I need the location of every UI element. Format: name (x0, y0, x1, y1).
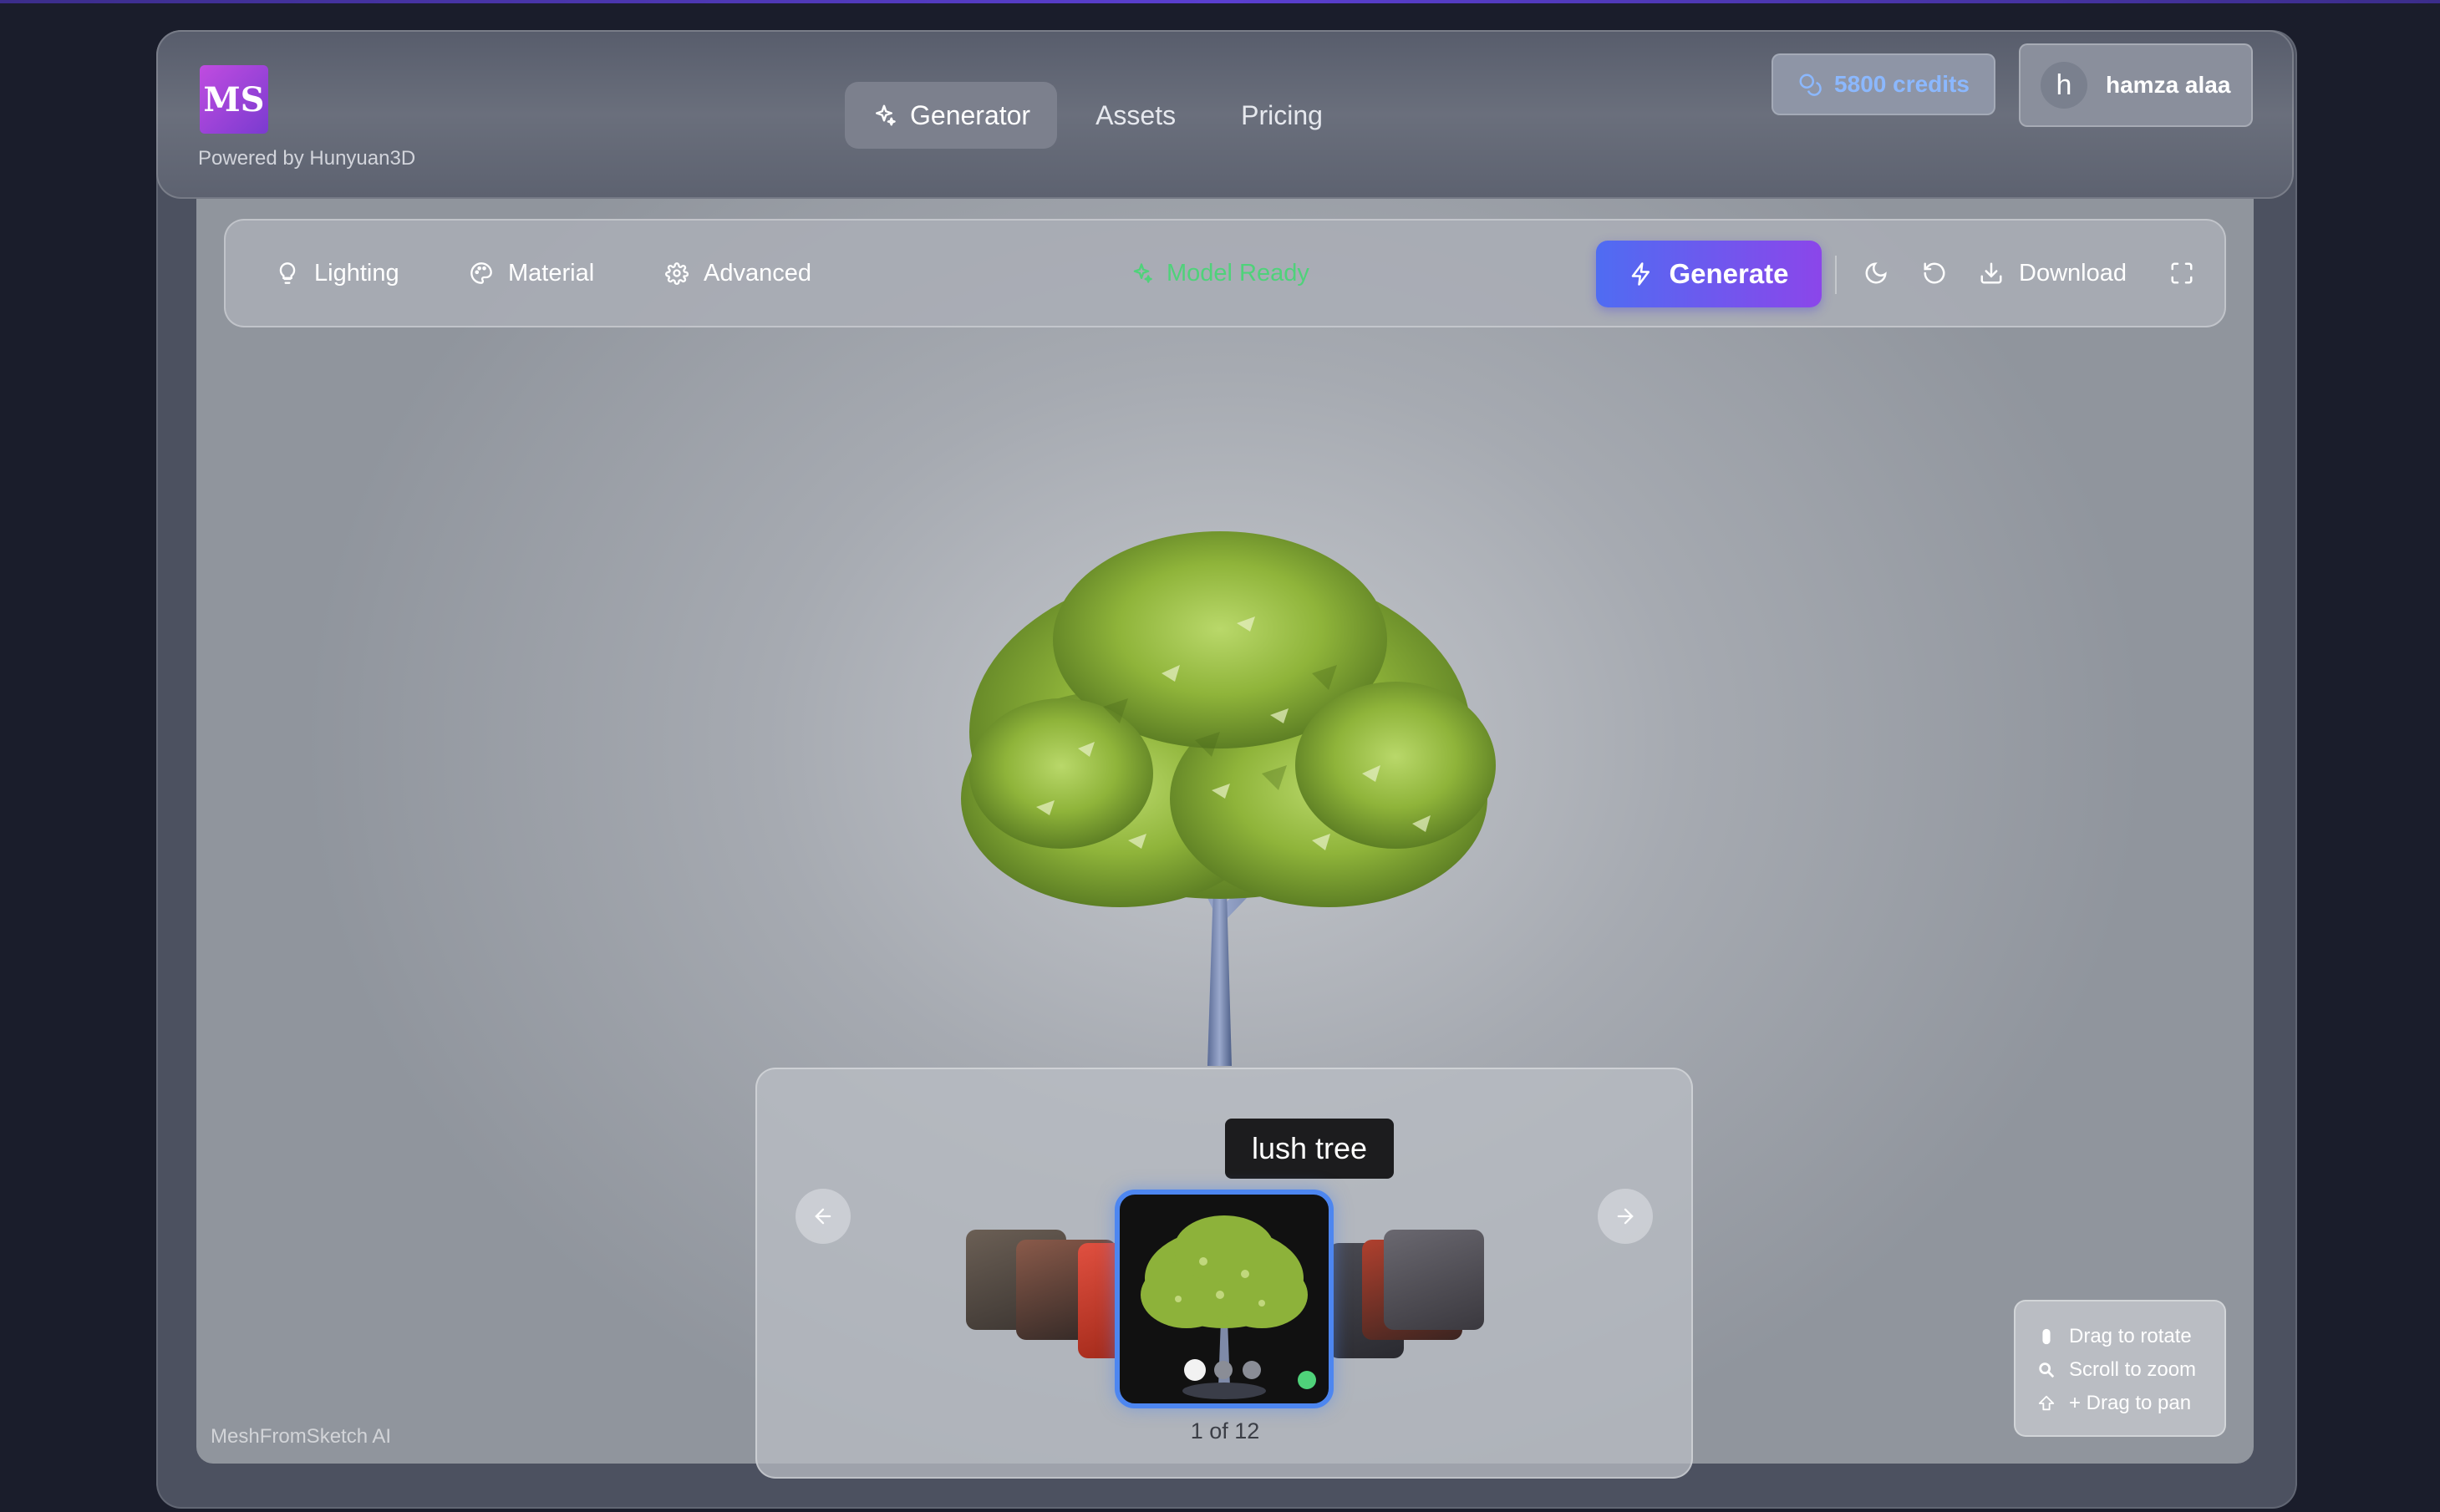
download-button[interactable]: Download (1979, 221, 2127, 326)
credits-label: 5800 credits (1834, 71, 1970, 97)
arrow-left-icon (815, 1208, 831, 1225)
fullscreen-button[interactable] (2161, 252, 2203, 294)
gear-icon (665, 262, 689, 285)
main-nav: Generator Assets Pricing (845, 82, 1350, 149)
help-pan-label: + Drag to pan (2069, 1392, 2192, 1414)
search-icon (2039, 1362, 2055, 1378)
lightning-icon (1632, 262, 1650, 286)
shift-icon (2038, 1395, 2055, 1411)
help-zoom-label: Scroll to zoom (2069, 1358, 2197, 1381)
tree-thumbnail-image (1141, 1215, 1316, 1399)
nav-generator[interactable]: Generator (845, 82, 1058, 149)
generate-label: Generate (1669, 258, 1789, 289)
powered-by-label: Powered by Hunyuan3D (198, 147, 416, 170)
sparkles-icon (1133, 263, 1152, 283)
help-zoom: Scroll to zoom (2037, 1353, 2224, 1387)
tree-model[interactable] (911, 523, 1529, 1066)
toolbar-divider (1835, 256, 1837, 294)
nav-pricing[interactable]: Pricing (1214, 82, 1350, 149)
carousel-thumbnail[interactable] (1384, 1230, 1484, 1330)
carousel-prev-button[interactable] (796, 1189, 851, 1244)
carousel-counter: 1 of 12 (1190, 1418, 1260, 1444)
moon-icon (1865, 262, 1887, 284)
username: hamza alaa (2106, 72, 2231, 98)
credits-badge[interactable]: 5800 credits (1772, 53, 1995, 115)
view-dot[interactable] (1214, 1361, 1233, 1379)
help-rotate: Drag to rotate (2037, 1320, 2224, 1353)
nav-assets-label: Assets (1095, 99, 1177, 130)
material-button[interactable]: Material (470, 221, 594, 326)
arrow-right-icon (1617, 1208, 1634, 1225)
dark-mode-button[interactable] (1855, 252, 1897, 294)
carousel-next-button[interactable] (1598, 1189, 1653, 1244)
nav-generator-label: Generator (910, 99, 1031, 130)
ready-status-dot (1298, 1371, 1316, 1389)
view-dot[interactable] (1243, 1361, 1261, 1379)
download-label: Download (2019, 259, 2127, 287)
model-ready-status: Model Ready (1130, 221, 1309, 326)
material-label: Material (508, 259, 595, 287)
advanced-button[interactable]: Advanced (665, 221, 811, 326)
help-rotate-label: Drag to rotate (2069, 1325, 2192, 1347)
logo-text: MS (203, 79, 265, 119)
user-menu[interactable]: h hamza alaa (2019, 43, 2253, 127)
fullscreen-icon (2171, 262, 2193, 284)
watermark: MeshFromSketch AI (211, 1425, 392, 1448)
nav-assets[interactable]: Assets (1069, 82, 1202, 149)
download-icon (1980, 262, 2002, 284)
nav-pricing-label: Pricing (1241, 99, 1323, 130)
lighting-label: Lighting (314, 259, 399, 287)
viewer-toolbar: Lighting Material Advanced Model Ready G… (224, 219, 2226, 327)
view-dot[interactable] (1184, 1359, 1206, 1381)
mouse-icon (2042, 1328, 2051, 1345)
selected-model-thumbnail[interactable] (1115, 1190, 1334, 1408)
advanced-label: Advanced (704, 259, 811, 287)
generate-button[interactable]: Generate (1596, 241, 1822, 307)
lighting-button[interactable]: Lighting (276, 221, 399, 326)
help-pan: + Drag to pan (2037, 1387, 2224, 1420)
coins-icon (1799, 74, 1822, 96)
model-ready-label: Model Ready (1167, 259, 1309, 287)
sparkles-icon (876, 104, 896, 126)
model-name-tooltip: lush tree (1225, 1119, 1394, 1179)
avatar: h (2041, 62, 2087, 109)
reset-view-button[interactable] (1914, 252, 1955, 294)
controls-help-panel: Drag to rotate Scroll to zoom + Drag to … (2014, 1300, 2226, 1437)
reset-icon (1924, 262, 1945, 284)
lightbulb-icon (279, 262, 296, 284)
top-accent-line (0, 0, 2440, 3)
palette-icon (470, 262, 492, 284)
app-logo[interactable]: MS (200, 65, 268, 134)
